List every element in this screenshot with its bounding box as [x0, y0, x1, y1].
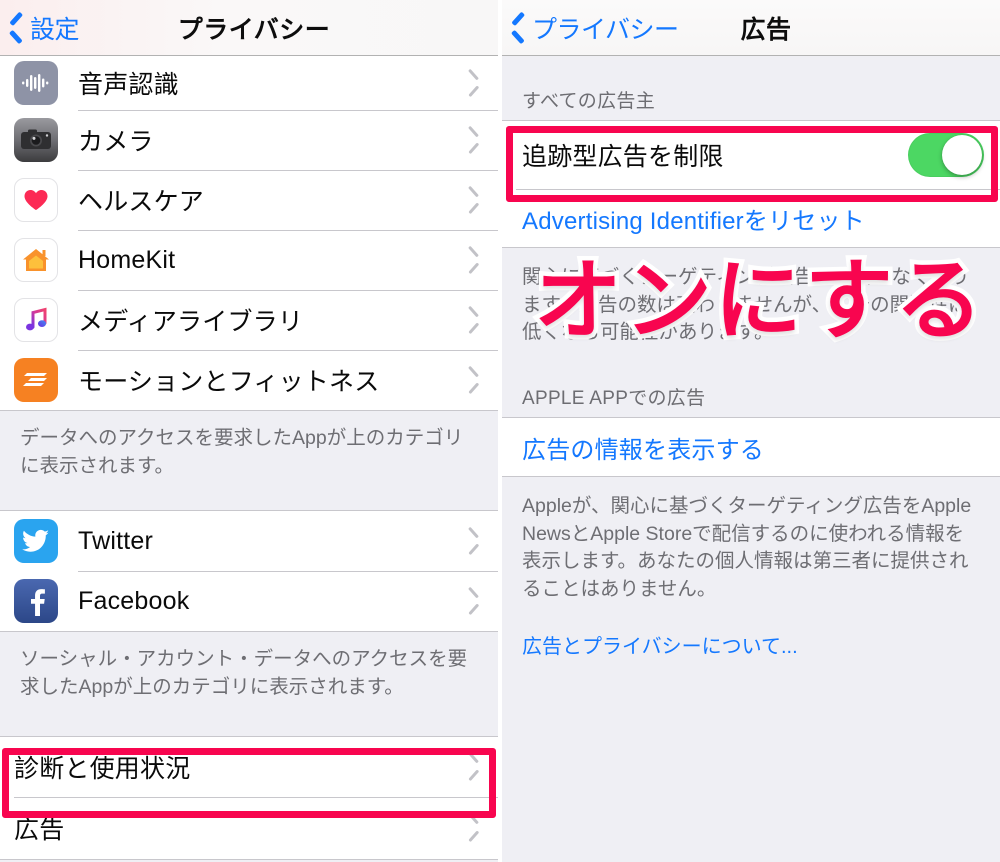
reset-advertising-identifier-row[interactable]: Advertising Identifierをリセット: [502, 189, 1000, 247]
limit-ad-tracking-row[interactable]: 追跡型広告を制限: [502, 121, 1000, 189]
back-to-privacy-button[interactable]: プライバシー: [512, 10, 679, 46]
privacy-social-group: Twitter Facebook: [0, 510, 498, 633]
sidebar-item-twitter[interactable]: Twitter: [0, 511, 498, 572]
chevron-right-icon: [469, 818, 480, 837]
sidebar-item-label: モーションとフィットネス: [78, 368, 380, 396]
chevron-left-icon: [10, 17, 23, 39]
apple-app-footer-text: Appleが、関心に基づくターゲティング広告をApple NewsとApple …: [502, 477, 1000, 608]
chevron-right-icon: [469, 74, 480, 93]
ad-privacy-more-link[interactable]: 広告とプライバシーについて...: [502, 607, 1000, 673]
sidebar-item-label: Twitter: [78, 526, 154, 555]
sidebar-item-voice-recognition[interactable]: 音声認識: [0, 56, 498, 110]
limit-ad-tracking-toggle[interactable]: [908, 133, 984, 177]
sidebar-item-advertising[interactable]: 広告: [0, 796, 498, 859]
sidebar-item-label: 広告: [14, 815, 65, 844]
homekit-icon: [14, 238, 58, 282]
sidebar-item-diagnostics[interactable]: 診断と使用状況: [0, 736, 498, 797]
apple-app-group: 広告の情報を表示する: [502, 417, 1000, 478]
categories-footer-text: データへのアクセスを要求したAppが上のカテゴリに表示されます。: [0, 411, 498, 511]
chevron-left-icon: [512, 17, 525, 39]
screenshot-root: 設定 プライバシー 音声認識 カメラ ヘルスケア HomeKit メディアライブ…: [0, 0, 1000, 862]
chevron-right-icon: [469, 371, 480, 390]
motion-fitness-icon: [14, 358, 58, 402]
limit-ad-tracking-label: 追跡型広告を制限: [522, 143, 724, 171]
sidebar-item-label: HomeKit: [78, 245, 176, 274]
privacy-settings-panel: 設定 プライバシー 音声認識 カメラ ヘルスケア HomeKit メディアライブ…: [0, 0, 498, 862]
sidebar-item-camera[interactable]: カメラ: [0, 110, 498, 170]
bottom-spacer: [502, 672, 1000, 862]
all-advertisers-group: 追跡型広告を制限 Advertising Identifierをリセット: [502, 120, 1000, 248]
sidebar-item-label: ヘルスケア: [78, 188, 205, 216]
advertising-settings-panel: プライバシー 広告 すべての広告主 追跡型広告を制限 Advertising I…: [502, 0, 1000, 862]
privacy-navbar: 設定 プライバシー: [0, 0, 498, 56]
social-footer-text: ソーシャル・アカウント・データへのアクセスを要求したAppが上のカテゴリに表示さ…: [0, 632, 498, 736]
reset-advertising-identifier-label: Advertising Identifierをリセット: [522, 207, 865, 235]
sidebar-item-label: 診断と使用状況: [14, 754, 191, 783]
chevron-right-icon: [469, 532, 480, 551]
privacy-bottom-group: 診断と使用状況 広告: [0, 735, 498, 860]
voice-recognition-icon: [14, 61, 58, 105]
all-advertisers-section-header: すべての広告主: [502, 56, 1000, 120]
back-button-label: プライバシー: [532, 15, 679, 44]
privacy-categories-group: 音声認識 カメラ ヘルスケア HomeKit メディアライブラリ モーションとフ…: [0, 56, 498, 411]
advertising-navbar: プライバシー 広告: [502, 0, 1000, 56]
sidebar-item-label: Facebook: [78, 586, 190, 615]
chevron-right-icon: [469, 311, 480, 330]
back-button-label: 設定: [30, 15, 80, 44]
sidebar-item-health[interactable]: ヘルスケア: [0, 170, 498, 230]
sidebar-item-facebook[interactable]: Facebook: [0, 571, 498, 632]
sidebar-item-motion-fitness[interactable]: モーションとフィットネス: [0, 350, 498, 410]
music-icon: [14, 298, 58, 342]
twitter-icon: [14, 519, 58, 564]
view-ad-information-row[interactable]: 広告の情報を表示する: [502, 418, 1000, 477]
chevron-right-icon: [469, 131, 480, 150]
health-icon: [14, 178, 58, 222]
apple-app-section-header: APPLE APPでの広告: [502, 357, 1000, 418]
chevron-right-icon: [469, 251, 480, 270]
camera-icon: [14, 118, 58, 162]
sidebar-item-label: 音声認識: [78, 71, 179, 99]
toggle-knob: [942, 135, 982, 175]
all-advertisers-footer-text: 関心に基づくターゲティング広告を受信しなくなります。広告の数は変わりませんが、広…: [502, 248, 1000, 358]
sidebar-item-homekit[interactable]: HomeKit: [0, 230, 498, 290]
view-ad-information-label: 広告の情報を表示する: [522, 436, 764, 464]
back-to-settings-button[interactable]: 設定: [10, 10, 80, 46]
sidebar-item-label: カメラ: [78, 128, 154, 156]
facebook-icon: [14, 579, 58, 624]
sidebar-item-media-library[interactable]: メディアライブラリ: [0, 290, 498, 350]
sidebar-item-label: メディアライブラリ: [78, 308, 304, 336]
chevron-right-icon: [469, 191, 480, 210]
chevron-right-icon: [469, 592, 480, 611]
chevron-right-icon: [469, 757, 480, 776]
